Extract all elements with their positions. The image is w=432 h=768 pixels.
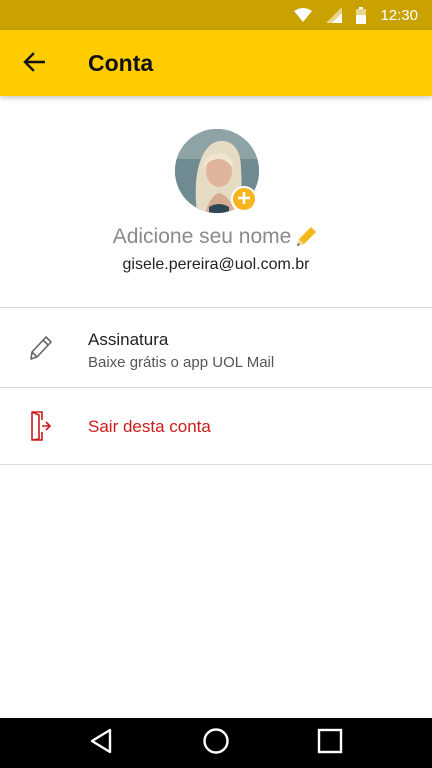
home-circle-icon — [202, 727, 230, 760]
recents-square-icon — [317, 728, 343, 759]
signature-subtitle: Baixe grátis o app UOL Mail — [88, 354, 275, 371]
divider — [0, 464, 432, 465]
signature-title: Assinatura — [88, 330, 169, 349]
menu-item-logout[interactable]: Sair desta conta — [0, 388, 432, 464]
signal-icon — [326, 7, 343, 23]
nav-back-button[interactable] — [71, 718, 131, 768]
account-email: gisele.pereira@uol.com.br — [122, 256, 310, 273]
status-icons: 12:30 — [294, 0, 418, 30]
status-bar: 12:30 — [0, 0, 432, 30]
nav-recents-button[interactable] — [300, 718, 360, 768]
profile-section: Adicione seu nome gisele.pereira@uol.com… — [0, 96, 432, 308]
back-triangle-icon — [88, 728, 114, 759]
add-photo-button[interactable] — [231, 186, 257, 212]
arrow-left-icon — [23, 51, 46, 78]
logout-label: Sair desta conta — [88, 417, 211, 436]
battery-icon — [356, 6, 367, 24]
status-time: 12:30 — [380, 6, 418, 24]
exit-door-icon — [24, 410, 56, 442]
system-nav-bar — [0, 718, 432, 768]
plus-icon — [237, 189, 251, 209]
back-button[interactable] — [14, 44, 54, 84]
wifi-icon — [294, 8, 313, 22]
menu-item-signature[interactable]: Assinatura Baixe grátis o app UOL Mail — [0, 308, 432, 387]
page-title: Conta — [88, 50, 154, 76]
nav-home-button[interactable] — [186, 718, 246, 768]
name-placeholder[interactable]: Adicione seu nome — [113, 225, 292, 249]
name-row: Adicione seu nome — [0, 222, 432, 252]
pencil-outline-icon — [24, 332, 56, 364]
pencil-icon[interactable] — [293, 224, 319, 250]
app-bar: Conta — [0, 30, 432, 96]
